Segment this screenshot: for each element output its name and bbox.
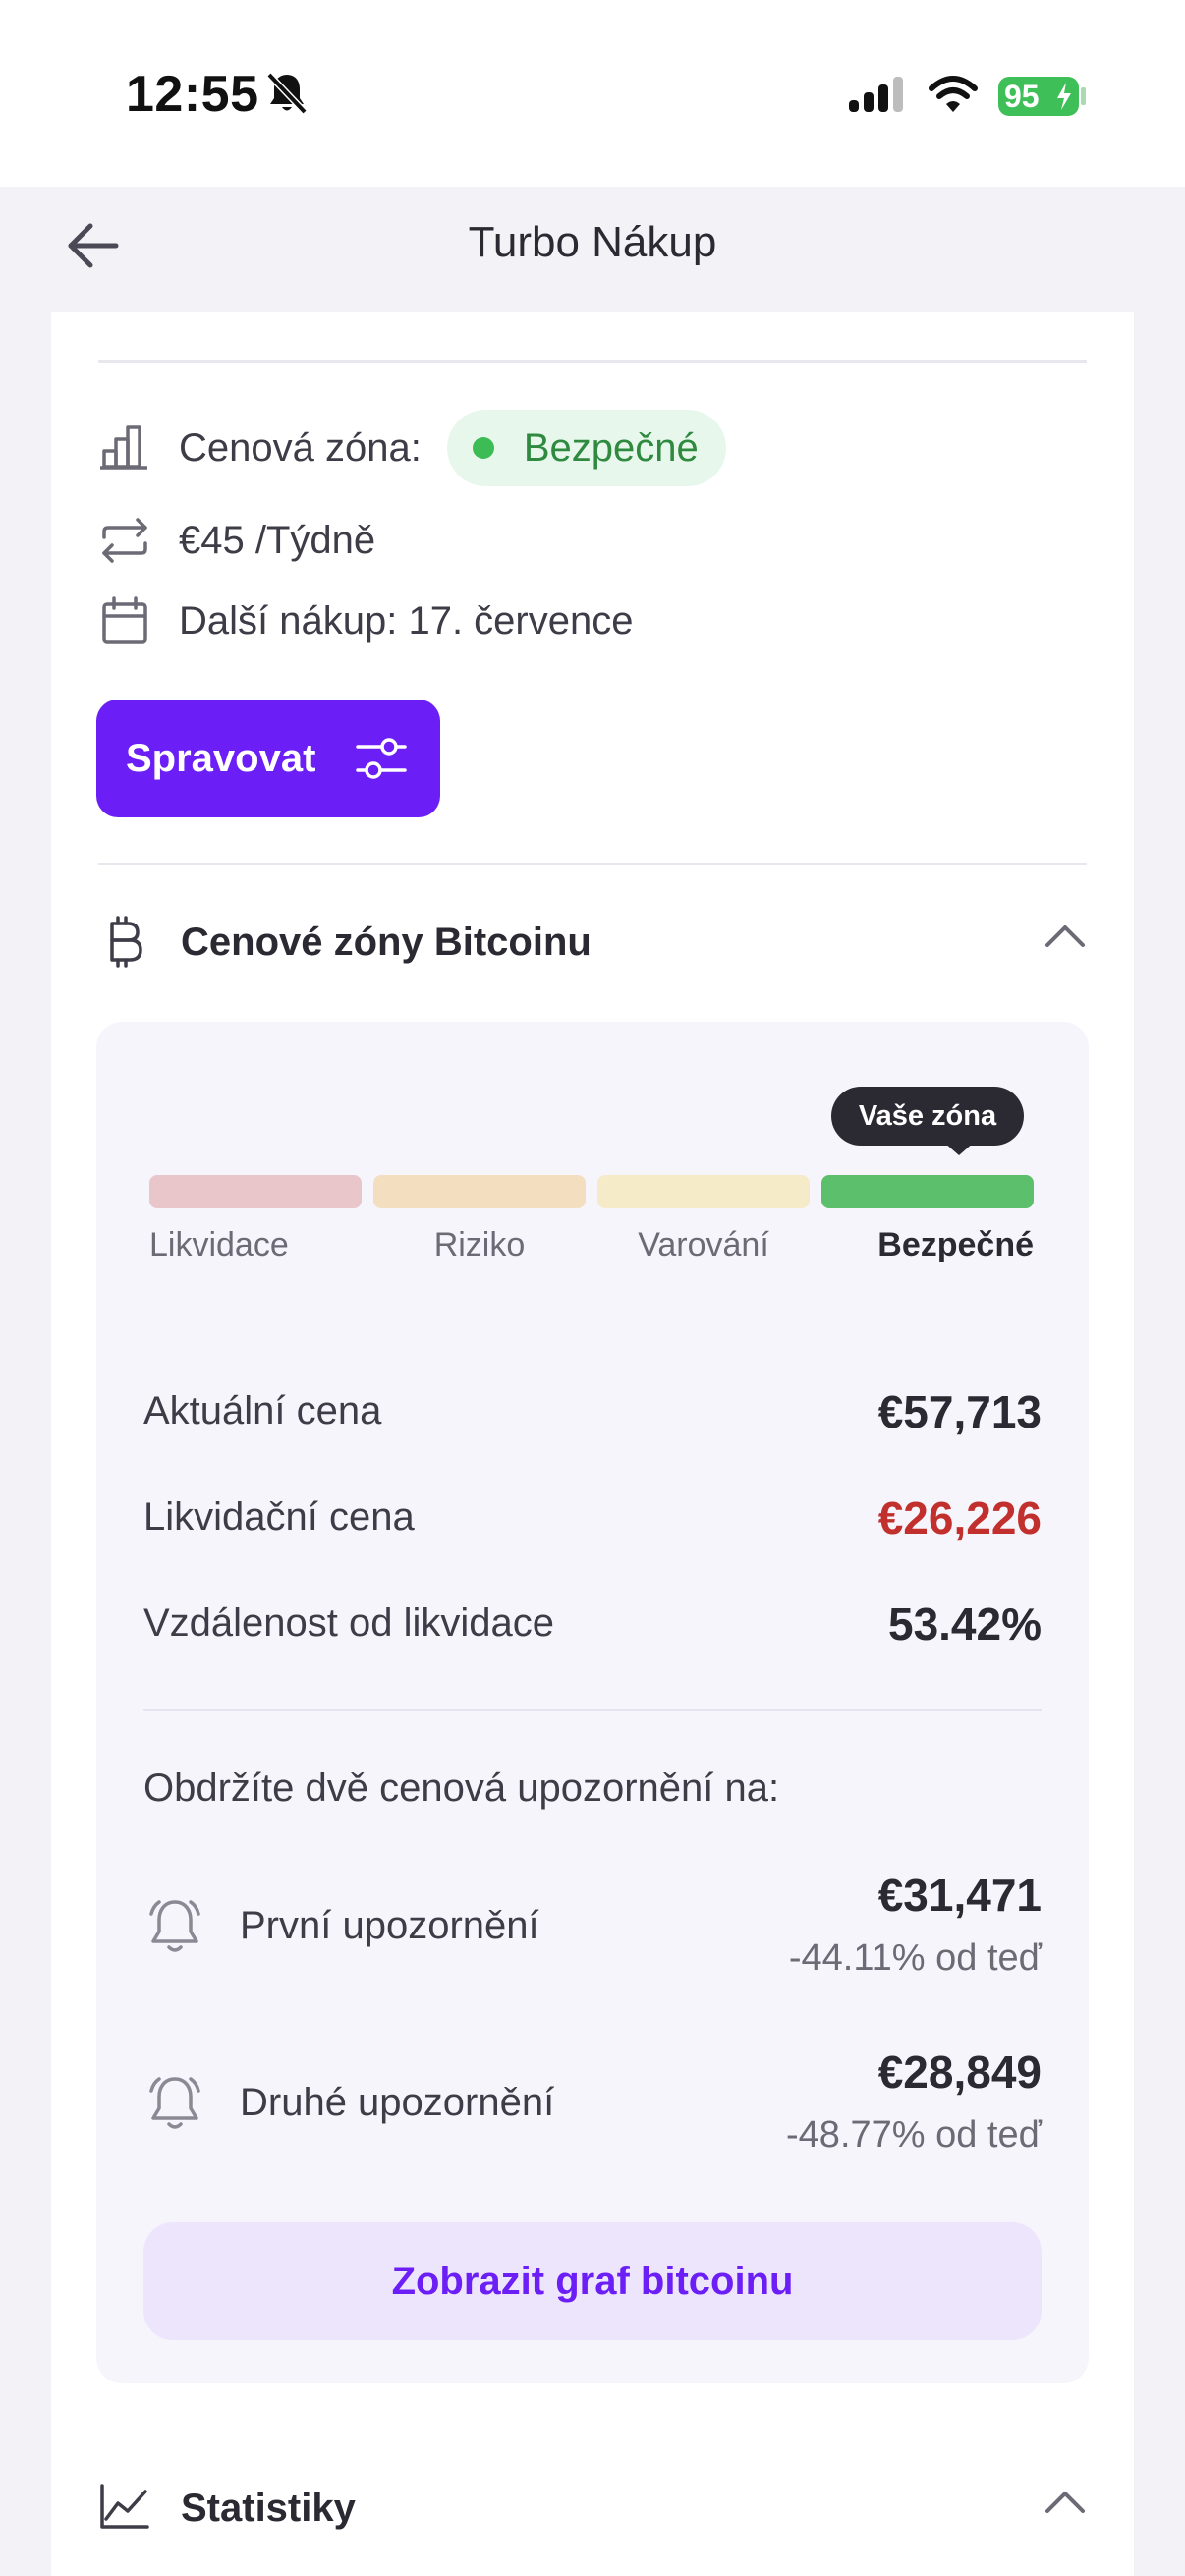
first-alert-label: První upozornění (240, 1904, 539, 1947)
battery-nub (1081, 87, 1086, 105)
zone-bar-liquidation (149, 1175, 362, 1208)
battery-charging-icon (1057, 83, 1071, 110)
next-purchase-text: Další nákup: 17. července (179, 598, 634, 643)
manage-button-label: Spravovat (126, 736, 316, 780)
line-chart-icon (100, 2484, 149, 2529)
divider (143, 1709, 1042, 1711)
bell-off-icon (266, 72, 308, 115)
zones-section-title: Cenové zóny Bitcoinu (181, 920, 592, 964)
zones-panel: Vaše zóna Likvidace Riziko Varování Bezp… (96, 1022, 1089, 2383)
zone-bar-warning (597, 1175, 810, 1208)
divider (98, 360, 1087, 363)
show-bitcoin-chart-button[interactable]: Zobrazit graf bitcoinu (143, 2222, 1042, 2340)
next-purchase-row: Další nákup: 17. července (98, 591, 633, 650)
liquidation-price-value: €26,226 (877, 1492, 1042, 1543)
chevron-up-icon[interactable] (1044, 922, 1087, 951)
second-alert-change: -48.77% od teď (786, 2114, 1042, 2156)
zone-label-liquidation: Likvidace (149, 1226, 289, 1263)
amount-row: €45 /Týdně (98, 511, 375, 570)
price-zone-row: Cenová zóna: Bezpečné (98, 410, 726, 486)
liquidation-price-label: Likvidační cena (143, 1495, 415, 1539)
status-time: 12:55 (126, 66, 259, 123)
second-alert-price: €28,849 (877, 2046, 1042, 2098)
battery-indicator: 95 (998, 77, 1079, 116)
price-zone-value: Bezpečné (523, 425, 699, 470)
distance-value: 53.42% (887, 1598, 1042, 1650)
first-alert-change: -44.11% od teď (788, 1937, 1042, 1979)
price-zone-badge: Bezpečné (446, 410, 726, 486)
zone-label-risk: Riziko (433, 1226, 526, 1263)
sliders-icon (356, 738, 407, 779)
zone-label-warning: Varování (638, 1226, 769, 1263)
zones-section-header[interactable]: Cenové zóny Bitcoinu (98, 908, 1087, 977)
bitcoin-icon (110, 916, 142, 968)
current-price-label: Aktuální cena (143, 1389, 382, 1432)
signal-icon (849, 77, 903, 112)
tooltip-pointer (943, 1142, 975, 1155)
calendar-icon (102, 596, 147, 644)
status-dot (472, 437, 494, 459)
manage-button[interactable]: Spravovat (96, 700, 440, 817)
repeat-icon (102, 518, 147, 563)
distance-label: Vzdálenost od likvidace (143, 1601, 555, 1645)
bell-icon (149, 2077, 200, 2129)
your-zone-tooltip: Vaše zóna (831, 1087, 1024, 1146)
status-bar: 12:55 95 Turbo Nákup (0, 0, 1185, 268)
zone-bar-risk (373, 1175, 586, 1208)
zone-label-safe: Bezpečné (877, 1226, 1034, 1263)
price-zone-label: Cenová zóna: (179, 425, 422, 470)
battery-percent: 95 (1004, 79, 1040, 114)
page-title: Turbo Nákup (468, 218, 717, 266)
stats-section-header[interactable]: Statistiky (98, 2474, 1087, 2543)
divider (98, 863, 1087, 865)
stats-section-title: Statistiky (181, 2486, 356, 2530)
bell-icon (149, 1900, 200, 1952)
first-alert-price: €31,471 (877, 1870, 1042, 1921)
chevron-up-icon[interactable] (1044, 2488, 1087, 2517)
second-alert-label: Druhé upozornění (240, 2081, 555, 2124)
bar-chart-icon (100, 425, 147, 470)
current-price-value: €57,713 (877, 1386, 1042, 1437)
alerts-intro: Obdržíte dvě cenová upozornění na: (143, 1766, 780, 1810)
zone-bar-safe (821, 1175, 1034, 1208)
amount-text: €45 /Týdně (179, 518, 376, 562)
wifi-icon (929, 76, 978, 112)
